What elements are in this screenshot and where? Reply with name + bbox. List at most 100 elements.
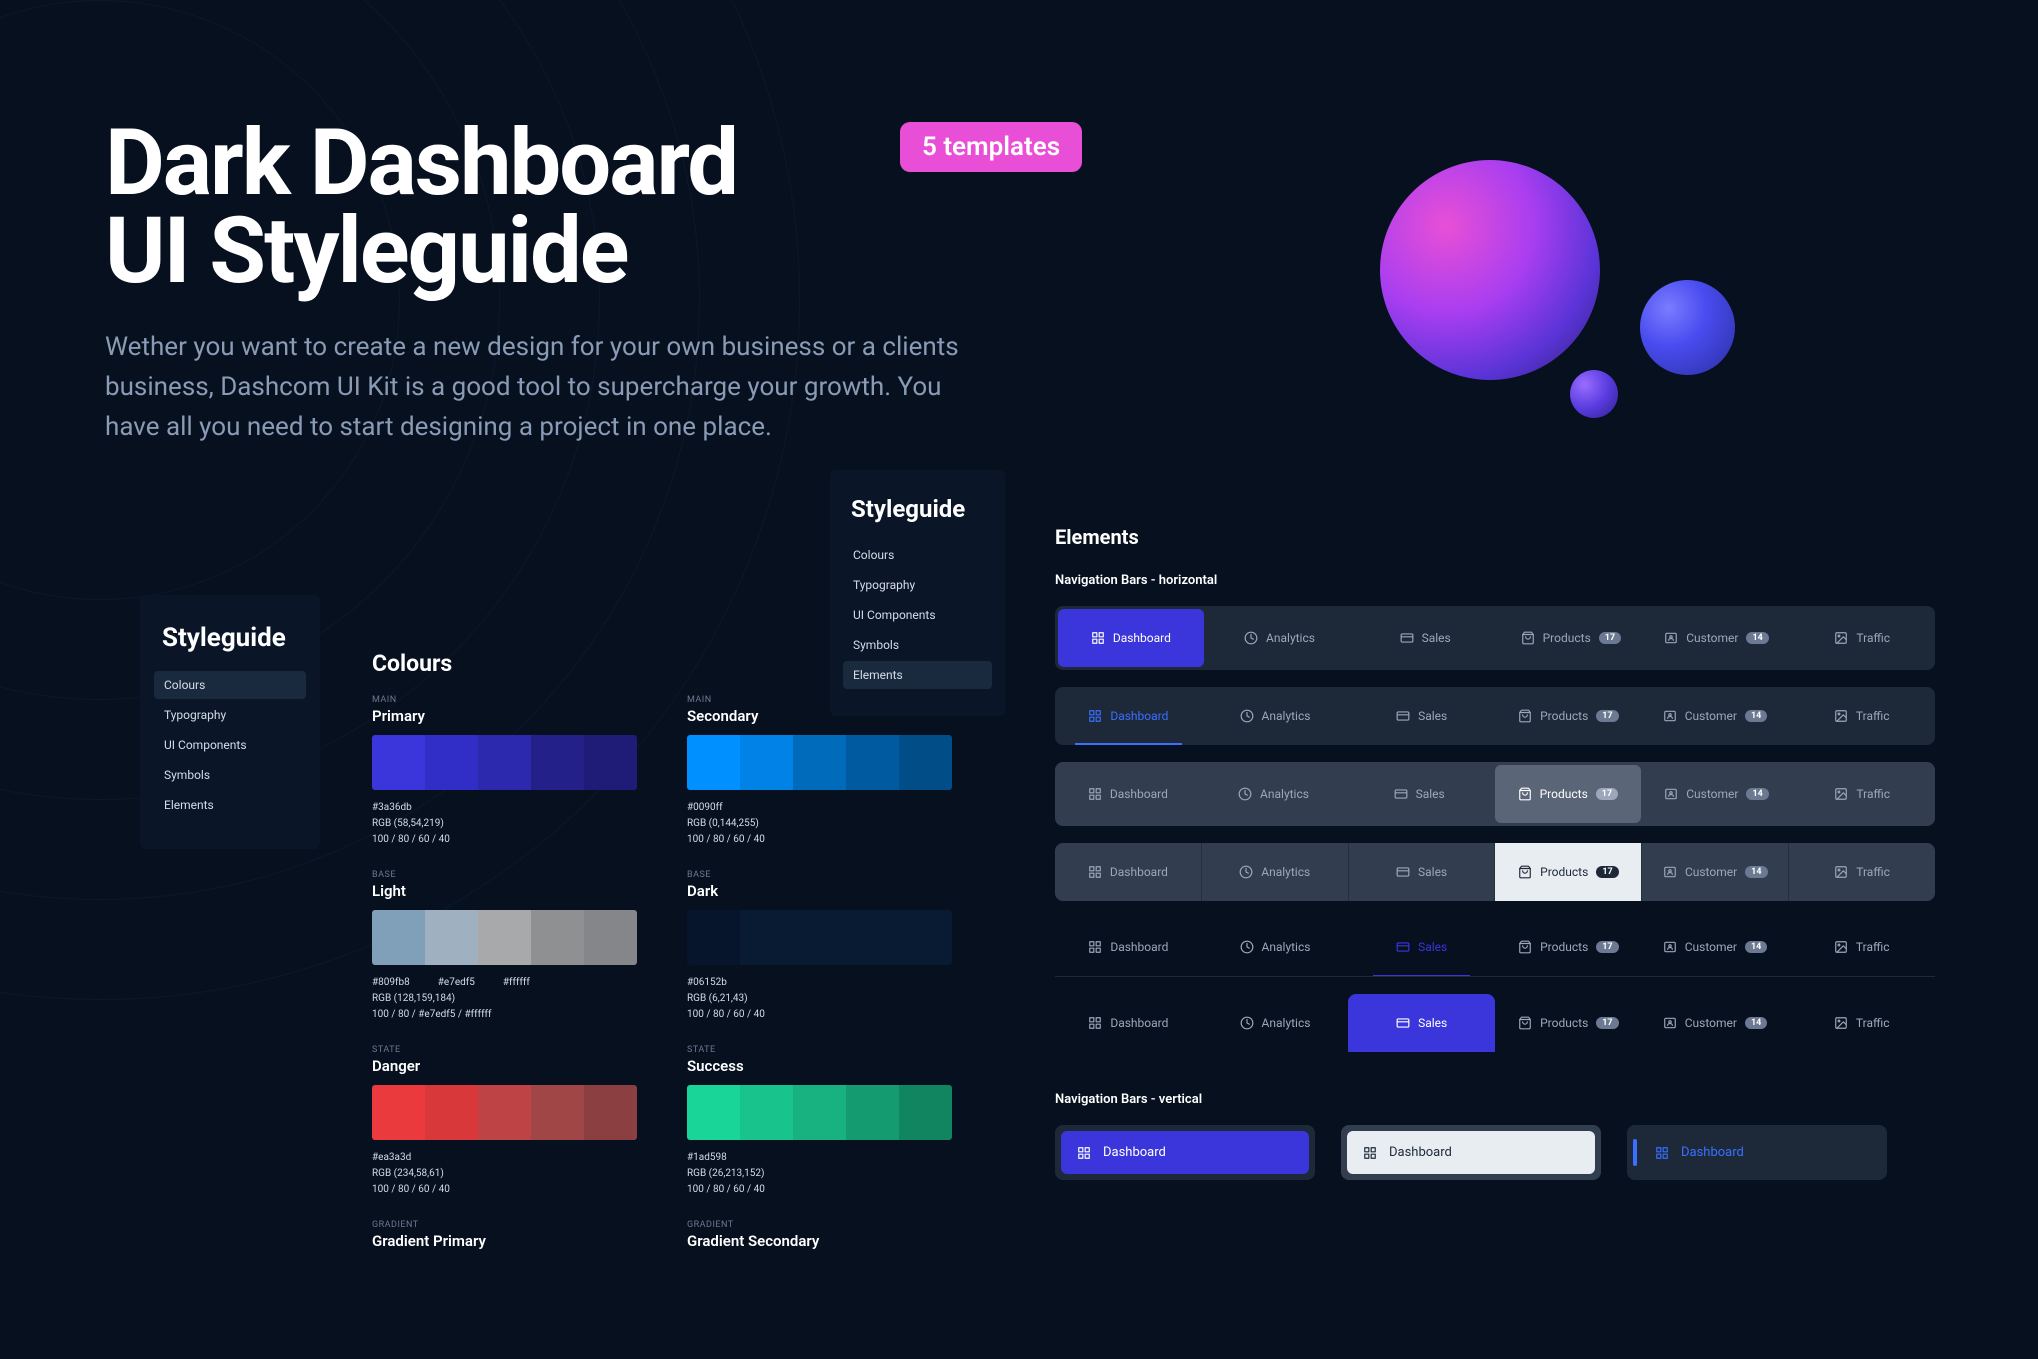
count-badge: 17	[1596, 866, 1618, 878]
colour-block-dark: BASE Dark #06152bRGB (6,21,43)100 / 80 /…	[687, 870, 952, 1023]
card-icon	[1396, 709, 1410, 723]
image-icon	[1834, 940, 1848, 954]
nav-item-dashboard[interactable]: Dashboard	[1055, 918, 1202, 976]
bag-icon	[1518, 1016, 1532, 1030]
nav-item-products[interactable]: Products17	[1495, 918, 1642, 976]
grid-icon	[1088, 940, 1102, 954]
nav-item-sales[interactable]: Sales	[1348, 918, 1495, 976]
count-badge: 14	[1746, 632, 1768, 644]
count-badge: 17	[1596, 1017, 1618, 1029]
decoration-sphere-medium	[1640, 280, 1735, 375]
nav-item-products[interactable]: Products17	[1495, 994, 1642, 1052]
page-subtitle: Wether you want to create a new design f…	[105, 327, 985, 448]
nav-item-analytics[interactable]: Analytics	[1207, 606, 1353, 670]
nav-item-traffic[interactable]: Traffic	[1789, 606, 1935, 670]
nav-item-sales[interactable]: Sales	[1346, 762, 1492, 826]
grid-icon	[1088, 787, 1102, 801]
nav-item-traffic[interactable]: Traffic	[1789, 762, 1935, 826]
count-badge: 17	[1596, 941, 1618, 953]
navbar-horizontal-5: DashboardAnalyticsSalesProducts17Custome…	[1055, 918, 1935, 977]
sidebar-item-elements[interactable]: Elements	[154, 791, 306, 819]
nav-item-traffic[interactable]: Traffic	[1788, 994, 1935, 1052]
count-badge: 17	[1596, 788, 1618, 800]
navbar-horizontal-4: DashboardAnalyticsSalesProducts17Custome…	[1055, 843, 1935, 901]
nav-item-dashboard[interactable]: Dashboard	[1633, 1131, 1881, 1174]
navbar-horizontal-2: DashboardAnalyticsSalesProducts17Custome…	[1055, 687, 1935, 745]
nav-item-sales[interactable]: Sales	[1348, 994, 1495, 1052]
colours-heading: Colours	[372, 650, 952, 677]
nav-item-dashboard[interactable]: Dashboard	[1347, 1131, 1595, 1174]
nav-item-customer[interactable]: Customer14	[1642, 994, 1789, 1052]
clock-icon	[1244, 631, 1258, 645]
user-icon	[1664, 631, 1678, 645]
nav-item-sales[interactable]: Sales	[1352, 606, 1498, 670]
nav-item-sales[interactable]: Sales	[1349, 843, 1496, 901]
nav-item-analytics[interactable]: Analytics	[1202, 687, 1349, 745]
user-icon	[1664, 787, 1678, 801]
nav-item-analytics[interactable]: Analytics	[1201, 762, 1347, 826]
nav-item-analytics[interactable]: Analytics	[1202, 918, 1349, 976]
nav-item-dashboard[interactable]: Dashboard	[1055, 843, 1202, 901]
image-icon	[1834, 787, 1848, 801]
sidebar-item-colours[interactable]: Colours	[843, 541, 992, 569]
nav-item-dashboard[interactable]: Dashboard	[1055, 994, 1202, 1052]
nav-item-sales[interactable]: Sales	[1348, 687, 1495, 745]
nav-item-customer[interactable]: Customer14	[1644, 762, 1790, 826]
image-icon	[1834, 631, 1848, 645]
sidebar-item-ui-components[interactable]: UI Components	[843, 601, 992, 629]
nav-horizontal-heading: Navigation Bars - horizontal	[1055, 573, 1935, 588]
clock-icon	[1240, 1016, 1254, 1030]
styleguide-panel-1: Styleguide Colours Typography UI Compone…	[140, 595, 320, 849]
nav-item-traffic[interactable]: Traffic	[1788, 687, 1935, 745]
nav-item-products[interactable]: Products17	[1495, 687, 1642, 745]
nav-item-dashboard[interactable]: Dashboard	[1061, 1131, 1309, 1174]
hero: Dark DashboardUI Styleguide Wether you w…	[105, 120, 1075, 448]
user-icon	[1663, 709, 1677, 723]
nav-item-traffic[interactable]: Traffic	[1788, 918, 1935, 976]
colour-block-gradient-primary: GRADIENT Gradient Primary	[372, 1220, 637, 1260]
grid-icon	[1088, 1016, 1102, 1030]
card-icon	[1396, 1016, 1410, 1030]
nav-item-customer[interactable]: Customer14	[1642, 843, 1789, 901]
nav-item-customer[interactable]: Customer14	[1642, 918, 1789, 976]
grid-icon	[1655, 1146, 1669, 1160]
sidebar-item-colours[interactable]: Colours	[154, 671, 306, 699]
count-badge: 14	[1746, 788, 1768, 800]
nav-item-products[interactable]: Products17	[1495, 765, 1641, 823]
count-badge: 14	[1745, 1017, 1767, 1029]
nav-item-analytics[interactable]: Analytics	[1202, 843, 1349, 901]
user-icon	[1663, 1016, 1677, 1030]
count-badge: 14	[1745, 866, 1767, 878]
navbar-vertical-3: Dashboard	[1627, 1125, 1887, 1180]
navbar-vertical-1: Dashboard	[1055, 1125, 1315, 1180]
sidebar-item-typography[interactable]: Typography	[154, 701, 306, 729]
nav-item-dashboard[interactable]: Dashboard	[1055, 762, 1201, 826]
colour-block-success: STATE Success #1ad598RGB (26,213,152)100…	[687, 1045, 952, 1198]
nav-item-customer[interactable]: Customer14	[1644, 606, 1790, 670]
nav-vertical-heading: Navigation Bars - vertical	[1055, 1092, 1935, 1107]
nav-item-customer[interactable]: Customer14	[1642, 687, 1789, 745]
nav-item-dashboard[interactable]: Dashboard	[1058, 609, 1204, 667]
count-badge: 17	[1599, 632, 1621, 644]
decoration-sphere-large	[1380, 160, 1600, 380]
nav-item-products[interactable]: Products17	[1498, 606, 1644, 670]
sidebar-item-ui-components[interactable]: UI Components	[154, 731, 306, 759]
image-icon	[1834, 865, 1848, 879]
card-icon	[1396, 940, 1410, 954]
page-title: Dark DashboardUI Styleguide	[105, 120, 1075, 297]
styleguide-title: Styleguide	[843, 495, 992, 523]
nav-item-traffic[interactable]: Traffic	[1789, 843, 1935, 901]
clock-icon	[1238, 787, 1252, 801]
grid-icon	[1088, 865, 1102, 879]
decoration-sphere-small	[1570, 370, 1618, 418]
bag-icon	[1518, 940, 1532, 954]
sidebar-item-typography[interactable]: Typography	[843, 571, 992, 599]
sidebar-item-symbols[interactable]: Symbols	[154, 761, 306, 789]
count-badge: 14	[1745, 941, 1767, 953]
clock-icon	[1240, 709, 1254, 723]
nav-item-dashboard[interactable]: Dashboard	[1055, 687, 1202, 745]
colours-section: Colours MAIN Primary #3a36dbRGB (58,54,2…	[372, 650, 952, 1260]
grid-icon	[1363, 1146, 1377, 1160]
nav-item-products[interactable]: Products17	[1495, 843, 1642, 901]
nav-item-analytics[interactable]: Analytics	[1202, 994, 1349, 1052]
